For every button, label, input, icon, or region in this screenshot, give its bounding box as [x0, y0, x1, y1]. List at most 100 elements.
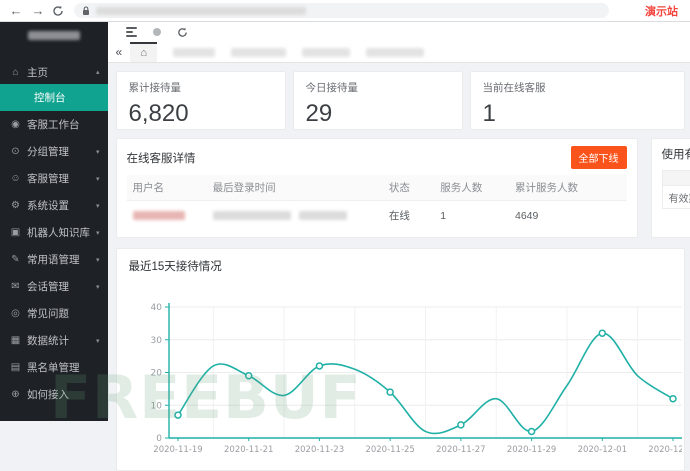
svg-text:2020-12-01: 2020-12-01 — [577, 445, 626, 455]
stat-label: 累计接待量 — [128, 82, 182, 94]
chevron-down-icon: ▾ — [96, 202, 100, 210]
stat-value: 29 — [305, 100, 333, 127]
sidebar-item-statistics[interactable]: ▦ 数据统计 ▾ — [0, 327, 108, 354]
sidebar-item-label: 系统设置 — [27, 200, 69, 212]
stat-value: 6,820 — [128, 100, 189, 127]
stat-card-row: 累计接待量 6,820 今日接待量 29 当前在线客服 1 — [115, 71, 685, 130]
sidebar-item-group-manage[interactable]: ⊙ 分组管理 ▾ — [0, 138, 108, 165]
robot-knowledge-icon: ▣ — [10, 227, 21, 238]
home-icon: ⌂ — [12, 66, 19, 78]
validity-table: 有效期至 — [661, 170, 690, 209]
svg-text:2020-11-27: 2020-11-27 — [436, 445, 485, 455]
tab-home[interactable]: ⌂ — [130, 42, 158, 62]
sidebar-item-blacklist[interactable]: ▤ 黑名单管理 — [0, 354, 108, 381]
total-served-count: 4649 — [514, 209, 539, 222]
group-manage-icon: ⊙ — [11, 146, 20, 157]
browser-refresh-icon[interactable] — [52, 5, 64, 17]
sidebar-item-label: 分组管理 — [27, 146, 69, 158]
sidebar-item-robot-knowledge[interactable]: ▣ 机器人知识库 ▾ — [0, 219, 108, 246]
session-manage-icon: ✉ — [11, 281, 20, 292]
reception-chart[interactable]: 0 10 20 30 40 2020-11-19 2020-11-21 2020-11-23 2… — [129, 280, 690, 456]
sidebar-item-workbench[interactable]: ◉ 客服工作台 — [0, 111, 108, 138]
blurred-tab-title — [231, 47, 287, 57]
svg-text:2020-11-23: 2020-11-23 — [294, 445, 343, 455]
svg-text:2020-11-25: 2020-11-25 — [365, 445, 414, 455]
sidebar: ⌂ 主页 ▴ 控制台 ◉ 客服工作台 ⊙ 分组管理 ▾ ☺ 客服管理 ▾ ⚙ 系… — [0, 22, 108, 421]
sidebar-item-label: 主页 — [27, 66, 48, 79]
col-username: 用户名 — [126, 175, 207, 201]
blurred-username — [132, 211, 185, 220]
collapse-tabs-icon[interactable]: « — [112, 45, 127, 59]
theme-dot-icon[interactable] — [152, 28, 161, 36]
svg-text:2020-11-21: 2020-11-21 — [224, 445, 273, 455]
sidebar-item-how-to-connect[interactable]: ⊕ 如何接入 — [0, 381, 108, 408]
stat-card-today-reception: 今日接待量 29 — [292, 71, 463, 130]
chevron-up-icon: ▴ — [96, 69, 100, 76]
sidebar-item-home[interactable]: ⌂ 主页 ▴ — [0, 60, 108, 84]
sidebar-item-label: 会话管理 — [27, 281, 69, 293]
sidebar-subitem-label: 控制台 — [34, 92, 66, 104]
stat-value: 1 — [482, 100, 496, 127]
sidebar-item-label: 常用语管理 — [27, 254, 80, 266]
page-refresh-icon[interactable] — [177, 27, 188, 38]
blurred-login-time — [298, 211, 347, 220]
sidebar-item-sessions[interactable]: ✉ 会话管理 ▾ — [0, 273, 108, 300]
sidebar-item-label: 客服工作台 — [27, 119, 80, 131]
validity-table-header — [662, 171, 690, 186]
sidebar-item-faq[interactable]: ◎ 常见问题 — [0, 300, 108, 327]
table-row[interactable]: 在线 1 4649 — [127, 201, 627, 231]
middle-row: 在线客服详情 全部下线 用户名 最后登录时间 状态 服务人数 累计服务人数 在线… — [115, 138, 690, 238]
faq-icon: ◎ — [11, 308, 20, 319]
sidebar-item-label: 客服管理 — [27, 173, 69, 185]
status-online-text: 在线 — [388, 210, 410, 222]
settings-icon: ⚙ — [11, 200, 20, 211]
chevron-down-icon: ▾ — [96, 148, 100, 156]
tab-bar: « ⌂ — [107, 42, 690, 63]
sidebar-item-label: 机器人知识库 — [27, 227, 90, 239]
chevron-down-icon: ▾ — [96, 256, 100, 264]
offline-all-button[interactable]: 全部下线 — [570, 146, 627, 169]
sidebar-item-label: 黑名单管理 — [27, 362, 80, 374]
dashboard-content: 累计接待量 6,820 今日接待量 29 当前在线客服 1 在线客服详情 全部下… — [108, 63, 690, 471]
panel-title: 在线客服详情 — [126, 152, 196, 165]
stat-card-total-reception: 累计接待量 6,820 — [115, 71, 286, 130]
statistics-icon: ▦ — [10, 335, 21, 346]
chevron-down-icon: ▾ — [96, 283, 100, 291]
browser-address-bar[interactable] — [74, 3, 609, 18]
blurred-tab-title — [366, 47, 425, 57]
svg-text:20: 20 — [150, 369, 162, 379]
browser-toolbar: ← → 演示站 — [0, 0, 690, 22]
blurred-tabs[interactable] — [173, 47, 425, 57]
svg-text:2020-11-19: 2020-11-19 — [153, 445, 202, 455]
sidebar-item-label: 常见问题 — [27, 308, 69, 320]
validity-row-label: 有效期至 — [668, 193, 690, 205]
demo-site-badge: 演示站 — [645, 5, 678, 18]
home-tab-icon: ⌂ — [140, 47, 148, 59]
sidebar-item-phrases[interactable]: ✎ 常用语管理 ▾ — [0, 246, 108, 273]
reception-chart-panel: 最近15天接待情况 0 10 20 30 40 2020-11-19 2020-11-21 2… — [115, 248, 690, 471]
agent-manage-icon: ☺ — [10, 173, 21, 184]
panel-title: 使用有效期 — [661, 149, 690, 161]
app-toolbar — [107, 22, 690, 42]
svg-text:2020-12-03: 2020-12-03 — [648, 445, 682, 455]
sidebar-subitem-console[interactable]: 控制台 — [0, 84, 108, 111]
sidebar-item-label: 数据统计 — [27, 335, 69, 347]
stat-label: 今日接待量 — [305, 82, 359, 94]
browser-back-icon[interactable]: ← — [8, 4, 24, 17]
menu-lines-icon[interactable] — [125, 27, 137, 37]
col-status: 状态 — [382, 175, 435, 201]
blurred-url — [96, 6, 306, 15]
svg-text:40: 40 — [150, 303, 162, 313]
validity-panel: 使用有效期 有效期至 — [650, 138, 690, 238]
sidebar-item-settings[interactable]: ⚙ 系统设置 ▾ — [0, 192, 108, 219]
svg-text:10: 10 — [150, 401, 162, 411]
svg-text:2020-11-29: 2020-11-29 — [506, 445, 555, 455]
sidebar-item-agent-manage[interactable]: ☺ 客服管理 ▾ — [0, 165, 108, 192]
browser-forward-icon[interactable]: → — [30, 4, 46, 17]
chevron-down-icon: ▾ — [96, 175, 100, 183]
how-to-connect-icon: ⊕ — [11, 389, 20, 400]
padlock-icon — [83, 5, 89, 15]
blacklist-icon: ▤ — [10, 362, 21, 373]
blurred-login-date — [212, 211, 291, 220]
table-header-row: 用户名 最后登录时间 状态 服务人数 累计服务人数 — [126, 175, 627, 201]
